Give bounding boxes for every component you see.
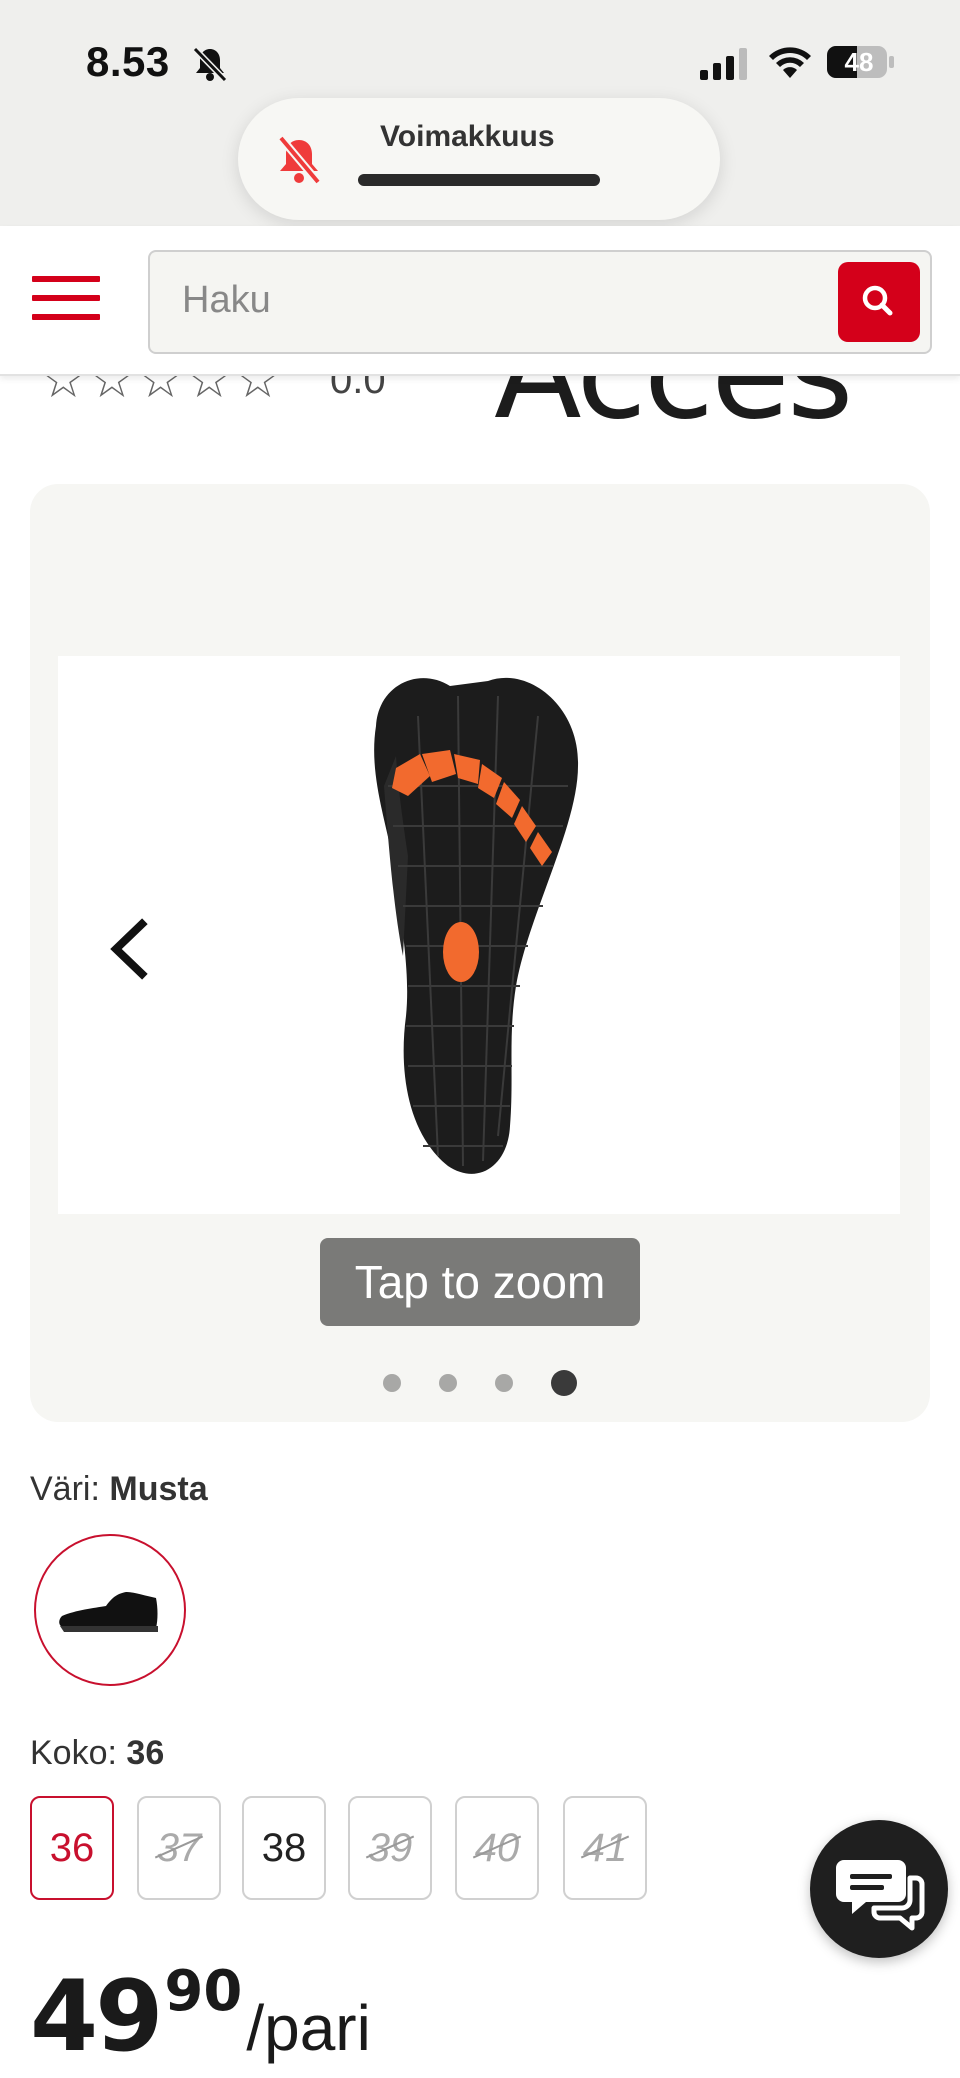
product-price: 4990/pari	[30, 1959, 371, 2074]
price-euros: 49	[30, 1960, 163, 2074]
wifi-icon	[769, 47, 811, 78]
chat-bubble-icon	[836, 1860, 925, 1931]
muted-bell-icon	[277, 135, 322, 185]
size-option-41[interactable]: 41	[563, 1796, 647, 1900]
size-option-39[interactable]: 39	[348, 1796, 432, 1900]
color-swatch-musta[interactable]	[34, 1534, 186, 1686]
gallery-dot[interactable]	[439, 1374, 457, 1392]
shoe-thumbnail	[59, 1592, 158, 1632]
price-cents: 90	[164, 1959, 243, 2024]
product-gallery[interactable]: Tap to zoom	[30, 484, 930, 1422]
size-option-37[interactable]: 37	[137, 1796, 221, 1900]
site-header	[0, 226, 960, 376]
silent-bell-icon	[192, 46, 228, 83]
product-image[interactable]	[58, 656, 900, 1214]
size-value: 36	[126, 1734, 165, 1772]
previous-image-arrow-icon[interactable]	[100, 904, 160, 994]
status-time: 8.53	[86, 38, 170, 85]
size-label-text: Koko:	[30, 1734, 117, 1772]
search-box	[148, 250, 932, 354]
search-button[interactable]	[838, 262, 920, 342]
color-label: Väri: Musta	[30, 1470, 208, 1509]
search-icon	[862, 285, 893, 316]
size-option-38[interactable]: 38	[242, 1796, 326, 1900]
search-input[interactable]	[180, 274, 744, 326]
size-option-40[interactable]: 40	[455, 1796, 539, 1900]
volume-level-bar	[358, 174, 600, 186]
volume-label: Voimakkuus	[380, 120, 555, 153]
gallery-dot-active[interactable]	[551, 1370, 577, 1396]
hamburger-menu-icon[interactable]	[32, 276, 100, 326]
status-bar: 8.53 48 Voimakkuus	[0, 0, 960, 226]
size-option-36[interactable]: 36	[30, 1796, 114, 1900]
battery-level: 48	[844, 47, 874, 77]
volume-hud: Voimakkuus	[238, 98, 720, 220]
tap-to-zoom-hint[interactable]: Tap to zoom	[320, 1238, 640, 1326]
shoe-sole-image	[374, 677, 579, 1174]
cellular-signal-icon	[700, 48, 747, 80]
chat-button[interactable]	[810, 1820, 948, 1958]
color-label-text: Väri:	[30, 1470, 100, 1508]
gallery-dot[interactable]	[495, 1374, 513, 1392]
gallery-dot[interactable]	[383, 1374, 401, 1392]
size-label: Koko: 36	[30, 1734, 164, 1773]
price-unit: /pari	[246, 1992, 371, 2064]
color-value: Musta	[109, 1470, 208, 1508]
gallery-pagination	[30, 1370, 930, 1396]
